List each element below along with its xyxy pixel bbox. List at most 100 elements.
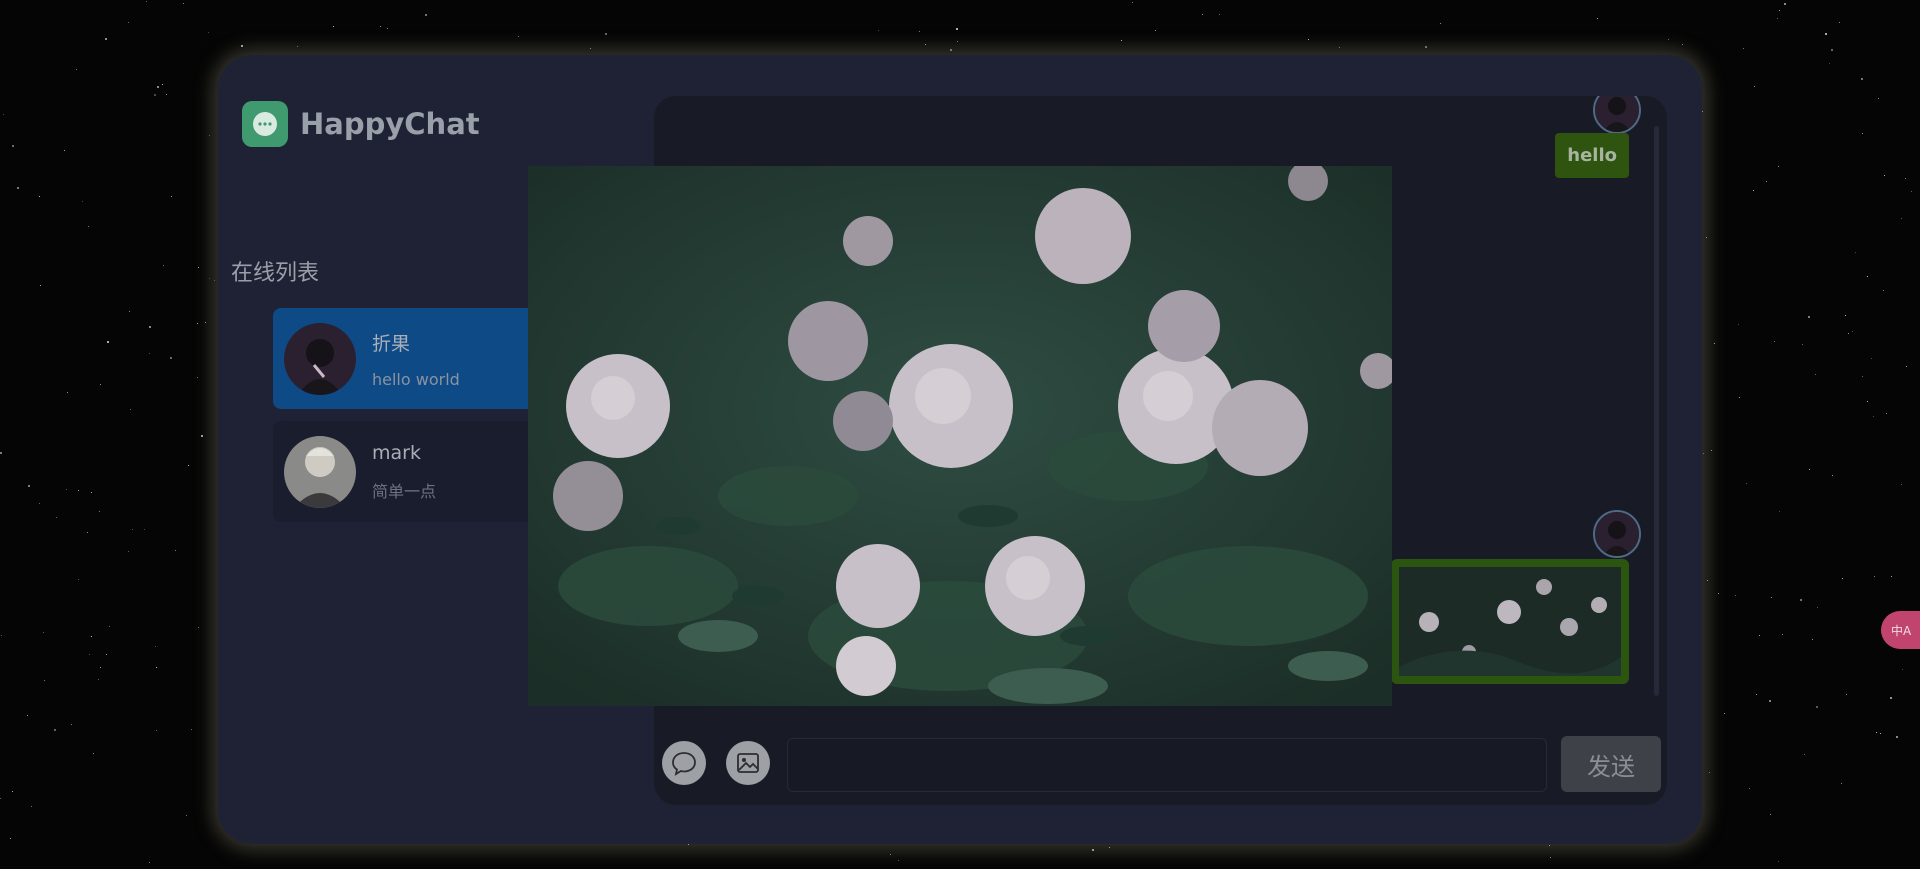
translate-icon[interactable]: 中A — [1881, 611, 1920, 649]
star — [148, 325, 151, 328]
star — [1812, 638, 1814, 640]
contact-name: 折果 — [372, 332, 411, 355]
star — [1711, 450, 1713, 452]
contact-item[interactable]: mark 简单一点 — [273, 421, 543, 522]
star — [1855, 251, 1857, 253]
star — [31, 806, 33, 808]
star — [1745, 482, 1747, 484]
star — [1121, 40, 1123, 42]
star — [1808, 468, 1810, 470]
message-bubble: hello — [1555, 133, 1629, 178]
star — [78, 579, 80, 581]
star — [39, 195, 41, 197]
star — [890, 853, 891, 855]
image-message[interactable] — [1391, 559, 1629, 684]
star — [93, 753, 95, 755]
star — [897, 860, 899, 862]
star — [128, 550, 130, 552]
star — [1799, 599, 1802, 602]
star — [1873, 415, 1875, 417]
avatar — [284, 435, 356, 508]
star — [100, 383, 102, 385]
star — [877, 29, 879, 31]
star — [190, 728, 192, 730]
star — [240, 45, 243, 48]
star — [182, 2, 184, 4]
star — [1743, 47, 1745, 49]
star — [1738, 324, 1740, 326]
star — [128, 310, 130, 312]
star — [132, 529, 134, 530]
star — [380, 25, 382, 27]
star — [1769, 700, 1772, 703]
star — [81, 200, 83, 202]
star — [157, 86, 160, 89]
star — [1829, 62, 1831, 64]
star — [1816, 706, 1819, 709]
star — [0, 635, 2, 637]
star — [1889, 696, 1892, 699]
message-input[interactable] — [787, 738, 1547, 792]
star — [10, 837, 12, 839]
star — [1844, 314, 1846, 316]
star — [90, 492, 92, 494]
star — [161, 83, 163, 85]
star — [98, 679, 99, 681]
star — [1777, 860, 1779, 862]
contact-item[interactable]: 折果 hello world — [273, 308, 543, 409]
star — [1754, 85, 1756, 87]
star — [957, 41, 959, 43]
star — [156, 667, 158, 669]
star — [925, 43, 927, 45]
star — [1338, 46, 1340, 48]
star — [88, 225, 90, 227]
star — [950, 48, 953, 51]
star — [67, 392, 69, 394]
star — [1867, 275, 1869, 277]
star — [170, 196, 172, 198]
image-icon[interactable] — [726, 741, 770, 785]
star — [2, 114, 4, 116]
star — [66, 489, 68, 491]
image-preview-overlay[interactable] — [528, 166, 1392, 706]
star — [1782, 633, 1784, 635]
star — [1549, 856, 1551, 858]
star — [1778, 9, 1780, 11]
star — [1876, 732, 1878, 734]
star — [1776, 17, 1778, 19]
star — [1860, 77, 1863, 80]
star — [43, 680, 45, 682]
star — [38, 503, 40, 505]
contact-last-message: hello world — [372, 369, 460, 389]
star — [106, 653, 108, 655]
star — [17, 187, 20, 190]
star — [1841, 577, 1843, 579]
star — [149, 352, 151, 354]
star — [153, 93, 156, 96]
star — [1867, 400, 1869, 402]
star — [1831, 48, 1834, 51]
star — [1840, 783, 1842, 785]
star — [130, 409, 132, 411]
chat-bubble-icon[interactable] — [662, 741, 706, 785]
star — [590, 47, 592, 49]
star — [1804, 754, 1806, 756]
star — [1681, 44, 1683, 46]
star — [175, 549, 177, 551]
star — [1766, 181, 1768, 183]
star — [88, 654, 90, 656]
chat-scrollbar[interactable] — [1654, 126, 1659, 696]
star — [1839, 21, 1841, 23]
star — [11, 144, 14, 147]
avatar — [1593, 510, 1641, 558]
star — [1702, 452, 1704, 454]
star — [1778, 510, 1780, 512]
star — [185, 815, 187, 817]
star — [149, 862, 151, 864]
star — [197, 266, 199, 268]
star — [1880, 732, 1882, 734]
star — [1906, 366, 1908, 368]
star — [1734, 594, 1736, 596]
star — [605, 32, 608, 35]
send-button[interactable]: 发送 — [1561, 736, 1661, 792]
